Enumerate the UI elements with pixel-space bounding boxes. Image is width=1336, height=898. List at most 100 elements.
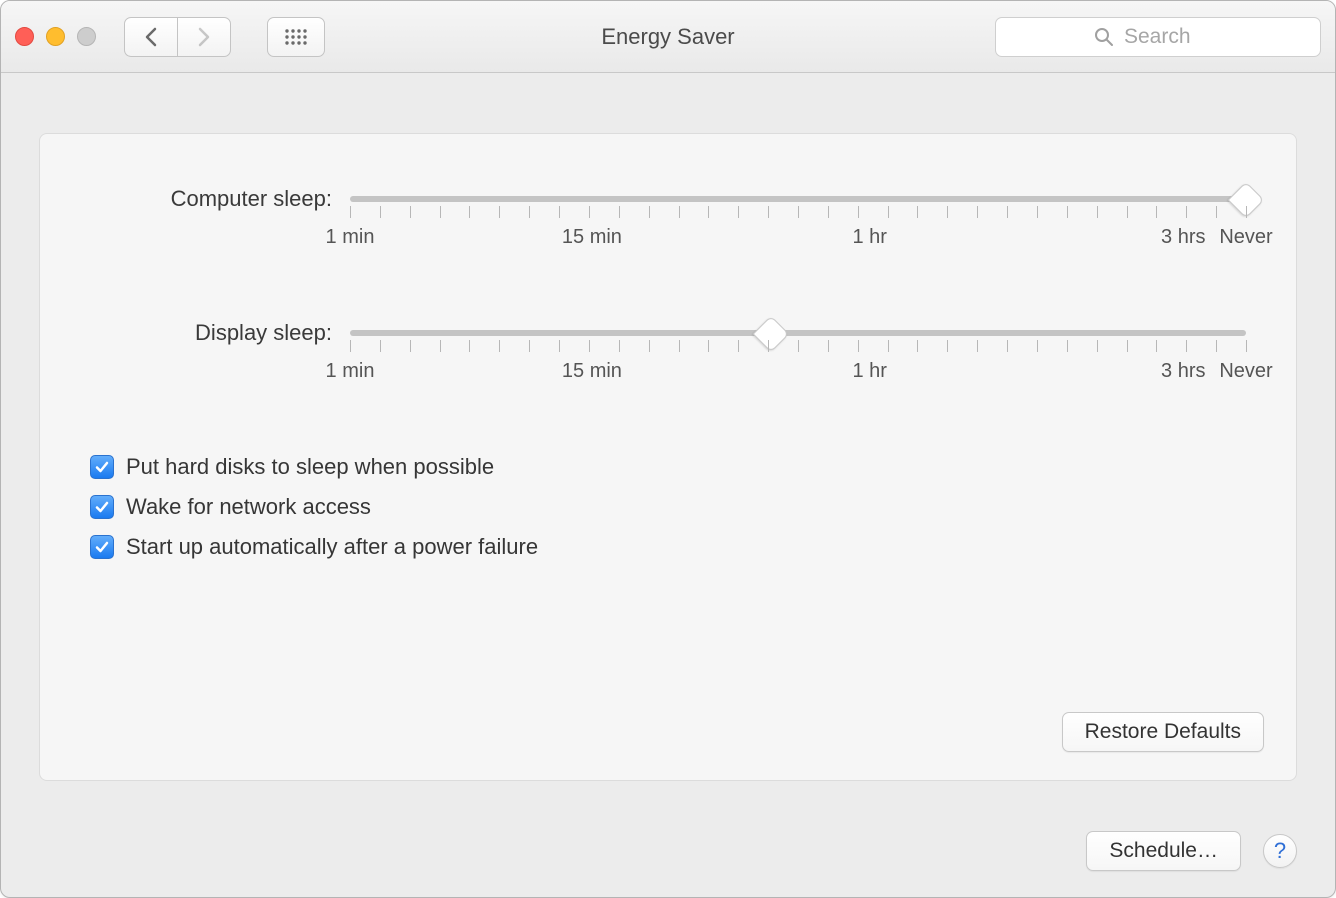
- slider-tick: [768, 206, 769, 218]
- window-controls: [15, 27, 96, 46]
- slider-tick: [738, 340, 739, 352]
- slider-tick: [1097, 340, 1098, 352]
- slider-tick: [619, 340, 620, 352]
- forward-button[interactable]: [177, 17, 231, 57]
- slider-tick: [858, 340, 859, 352]
- slider-tick: [708, 206, 709, 218]
- slider-tick: [708, 340, 709, 352]
- search-input[interactable]: [1122, 24, 1222, 50]
- slider-tick: [828, 206, 829, 218]
- settings-panel: Computer sleep: 1 min15 min1 hr3 hrsNeve…: [39, 133, 1297, 781]
- checkmark-icon: [94, 459, 110, 475]
- checkbox-label: Wake for network access: [126, 494, 371, 520]
- zoom-window-button[interactable]: [77, 27, 96, 46]
- slider-tick: [589, 340, 590, 352]
- checkbox[interactable]: [90, 535, 114, 559]
- checkbox-list: Put hard disks to sleep when possible Wak…: [90, 454, 1246, 560]
- slider-tick: [1156, 206, 1157, 218]
- slider-ticks: [350, 340, 1246, 354]
- minimize-window-button[interactable]: [46, 27, 65, 46]
- schedule-button[interactable]: Schedule…: [1086, 831, 1241, 871]
- chevron-left-icon: [144, 27, 158, 47]
- slider-tick: [828, 340, 829, 352]
- help-icon: ?: [1274, 838, 1286, 864]
- slider-tick: [469, 206, 470, 218]
- slider-tick: [977, 340, 978, 352]
- content-area: Computer sleep: 1 min15 min1 hr3 hrsNeve…: [1, 73, 1335, 897]
- slider-tick-label: 1 min: [326, 226, 375, 249]
- computer-sleep-row: Computer sleep: 1 min15 min1 hr3 hrsNeve…: [90, 186, 1246, 250]
- slider-tick-label: 1 min: [326, 360, 375, 383]
- checkbox-row: Wake for network access: [90, 494, 1246, 520]
- computer-sleep-slider[interactable]: [350, 196, 1246, 202]
- slider-tick: [1127, 340, 1128, 352]
- slider-tick: [589, 206, 590, 218]
- slider-tick: [1156, 340, 1157, 352]
- display-sleep-row: Display sleep: 1 min15 min1 hr3 hrsNever: [90, 320, 1246, 384]
- slider-tick: [1067, 340, 1068, 352]
- close-window-button[interactable]: [15, 27, 34, 46]
- checkmark-icon: [94, 499, 110, 515]
- restore-defaults-button[interactable]: Restore Defaults: [1062, 712, 1264, 752]
- slider-tick-label: 1 hr: [852, 226, 886, 249]
- computer-sleep-label: Computer sleep:: [90, 186, 350, 212]
- slider-tick: [1007, 340, 1008, 352]
- slider-tick: [380, 340, 381, 352]
- display-sleep-slider[interactable]: [350, 330, 1246, 336]
- slider-tick-label: 15 min: [562, 360, 622, 383]
- slider-tick: [858, 206, 859, 218]
- slider-tick: [977, 206, 978, 218]
- slider-tick: [798, 206, 799, 218]
- slider-tick: [798, 340, 799, 352]
- slider-tick: [917, 340, 918, 352]
- slider-tick: [888, 206, 889, 218]
- slider-tick: [1067, 206, 1068, 218]
- slider-tick: [559, 340, 560, 352]
- slider-tick-label: 1 hr: [852, 360, 886, 383]
- slider-tick: [738, 206, 739, 218]
- slider-tick: [529, 206, 530, 218]
- slider-tick: [1186, 206, 1187, 218]
- slider-tick: [1246, 206, 1247, 218]
- checkbox[interactable]: [90, 455, 114, 479]
- slider-tick: [888, 340, 889, 352]
- computer-sleep-slider-area: 1 min15 min1 hr3 hrsNever: [350, 186, 1246, 250]
- slider-tick-labels: 1 min15 min1 hr3 hrsNever: [350, 360, 1246, 384]
- slider-tick: [469, 340, 470, 352]
- slider-tick: [679, 340, 680, 352]
- slider-tick: [1246, 340, 1247, 352]
- search-icon: [1094, 27, 1114, 47]
- slider-tick: [917, 206, 918, 218]
- checkbox-label: Start up automatically after a power fai…: [126, 534, 538, 560]
- slider-tick: [410, 340, 411, 352]
- slider-tick: [350, 206, 351, 218]
- checkbox-row: Start up automatically after a power fai…: [90, 534, 1246, 560]
- nav-buttons: [124, 17, 231, 57]
- slider-ticks: [350, 206, 1246, 220]
- slider-tick: [350, 340, 351, 352]
- slider-tick: [440, 206, 441, 218]
- slider-tick-label: 3 hrs: [1161, 360, 1205, 383]
- slider-tick: [1127, 206, 1128, 218]
- slider-tick: [1097, 206, 1098, 218]
- slider-tick: [380, 206, 381, 218]
- checkbox-row: Put hard disks to sleep when possible: [90, 454, 1246, 480]
- slider-tick: [649, 340, 650, 352]
- show-all-button[interactable]: [267, 17, 325, 57]
- search-field[interactable]: [995, 17, 1321, 57]
- slider-tick: [410, 206, 411, 218]
- checkmark-icon: [94, 539, 110, 555]
- help-button[interactable]: ?: [1263, 834, 1297, 868]
- slider-tick: [768, 340, 769, 352]
- slider-tick: [499, 206, 500, 218]
- checkbox[interactable]: [90, 495, 114, 519]
- chevron-right-icon: [197, 27, 211, 47]
- slider-tick: [440, 340, 441, 352]
- slider-tick: [679, 206, 680, 218]
- slider-tick: [1007, 206, 1008, 218]
- slider-tick: [1037, 206, 1038, 218]
- back-button[interactable]: [124, 17, 178, 57]
- grid-icon: [284, 28, 308, 46]
- slider-tick-label: Never: [1219, 226, 1272, 249]
- display-sleep-label: Display sleep:: [90, 320, 350, 346]
